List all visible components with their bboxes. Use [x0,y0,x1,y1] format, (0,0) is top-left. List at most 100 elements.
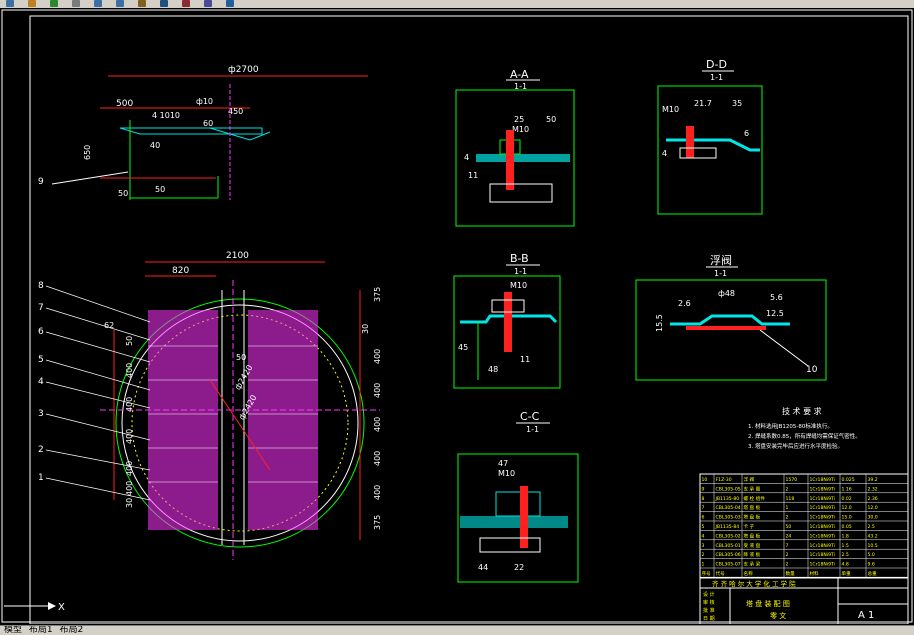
parts-table-cell: 24 [786,533,792,539]
svg-text:400: 400 [373,451,382,466]
parts-table-cell: CBL305-06 [716,552,741,558]
parts-table-cell: CBL305-07 [716,562,741,568]
parts-table-cell: 6 [702,515,705,521]
parts-table-cell: 1 [702,562,705,568]
svg-text:4: 4 [38,377,44,387]
parts-table-cell: 9.6 [868,562,875,568]
svg-text:12.5: 12.5 [766,309,784,318]
print-icon[interactable] [72,0,80,7]
parts-table-cell: 1Cr18Ni9Ti [810,552,835,558]
parts-table-cell: CBL305-04 [716,505,741,511]
svg-text:50: 50 [546,115,556,124]
properties-icon[interactable] [182,0,190,7]
parts-table-cell: 1570 [786,477,798,483]
svg-text:1: 1 [38,473,44,483]
parts-table-cell: 1.5 [842,543,849,549]
svg-text:M10: M10 [498,469,515,478]
parts-table-cell: 1Cr18Ni9Ti [810,496,835,502]
school-name: 齐 齐 哈 尔 大 学 化 工 学 院 [712,579,796,588]
parts-table-cell: 12.0 [868,505,878,511]
parts-table-cell: 代号 [716,570,726,577]
parts-table-cell: 12.0 [842,505,852,511]
parts-table-cell: 数量 [786,570,796,577]
svg-text:400: 400 [373,485,382,500]
parts-table-cell: 塔 盘 板 [744,514,761,521]
parts-table-cell: CBL305-01 [716,543,741,549]
svg-text:M10: M10 [510,281,527,290]
open-icon[interactable] [28,0,36,7]
svg-text:48: 48 [488,365,498,374]
svg-text:15.5: 15.5 [655,314,664,332]
undo-icon[interactable] [94,0,102,7]
svg-text:8: 8 [38,281,44,291]
parts-table-cell: 卡 子 [744,523,755,530]
parts-table-cell: CBL305-02 [716,533,741,539]
svg-text:6: 6 [744,129,749,138]
parts-table-cell: 7 [702,505,705,511]
note-2: 2. 焊缝系数0.85，所有焊缝均需保证气密性。 [748,432,861,440]
parts-table-cell: 10.5 [868,543,878,549]
section-a-a: A-A 1-1 25 50 M10 4 11 [455,68,575,227]
svg-text:11: 11 [520,355,530,364]
svg-text:4: 4 [662,149,667,158]
parts-table-cell: 0.02 [842,496,852,502]
help-icon[interactable] [226,0,234,7]
svg-text:44: 44 [478,563,488,572]
pan-icon[interactable] [160,0,168,7]
svg-text:设 计: 设 计 [703,591,715,598]
parts-table-cell: 7 [786,543,789,549]
redo-icon[interactable] [116,0,124,7]
parts-table-cell: 1Cr18Ni9Ti [810,486,835,492]
dim-50a: 50 [118,189,128,198]
svg-text:2: 2 [38,445,44,455]
callout-9: 9 [38,177,44,187]
svg-text:400: 400 [125,397,134,412]
parts-table-cell: 0.05 [842,524,852,530]
parts-table-cell: 1Cr18Ni9Ti [810,562,835,568]
svg-text:35: 35 [732,99,742,108]
section-d-d: D-D 1-1 M10 21.7 35 6 4 [657,58,763,215]
dim-820: 820 [172,266,189,276]
technical-notes: 技 术 要 求 1. 材料选用JB1205-80标准执行。 2. 焊缝系数0.8… [748,406,861,450]
new-icon[interactable] [6,0,14,7]
parts-table-cell: 4.8 [842,562,849,568]
svg-text:375: 375 [373,515,382,530]
section-c-c-scale: 1-1 [526,425,539,434]
notes-title: 技 术 要 求 [782,406,822,416]
svg-text:375: 375 [373,287,382,302]
parts-table-cell: 39.2 [868,477,878,483]
parts-table-cell: 总重 [868,570,878,577]
svg-text:30: 30 [125,498,134,508]
ucs-x-label: X [58,602,65,613]
drawing-canvas[interactable]: ф2700 500 4 1010 ф10 60 450 650 40 50 50… [0,8,914,624]
parts-table-cell: 受 液 盘 [744,542,761,549]
dim-60: 60 [203,119,213,128]
parts-table-cell: 15.0 [842,515,852,521]
section-c-c-title: C-C [520,410,540,423]
parts-table-cell: 序号 [702,570,712,577]
zoom-icon[interactable] [138,0,146,7]
drawing-name: 塔 盘 装 配 图 [746,599,790,608]
svg-text:400: 400 [373,383,382,398]
parts-table-cell: 1Cr18Ni9Ti [810,533,835,539]
svg-text:50: 50 [125,336,134,346]
parts-table-cell: 2 [786,562,789,568]
drawing-sub: 零 文 [770,611,786,620]
save-icon[interactable] [50,0,58,7]
svg-text:M10: M10 [512,125,529,134]
svg-text:21.7: 21.7 [694,99,712,108]
layer-icon[interactable] [204,0,212,7]
parts-table-cell: 2 [702,552,705,558]
parts-table-cell: 1Cr18Ni9Ti [810,524,835,530]
parts-table-cell: 1.16 [842,486,852,492]
svg-text:400: 400 [125,461,134,476]
parts-table-cell: 降 液 板 [744,551,761,558]
parts-table-cell: CBL305-05 [716,486,741,492]
parts-table-cell: 2.5 [842,552,849,558]
svg-text:30: 30 [361,324,370,334]
svg-text:4: 4 [464,153,469,162]
right-dims: 375 30 400 400 400 400 400 375 [361,287,382,530]
parts-table-cell: 支 承 梁 [744,561,761,568]
dim-2100: 2100 [226,251,249,261]
parts-table-cell: 5.0 [868,552,875,558]
